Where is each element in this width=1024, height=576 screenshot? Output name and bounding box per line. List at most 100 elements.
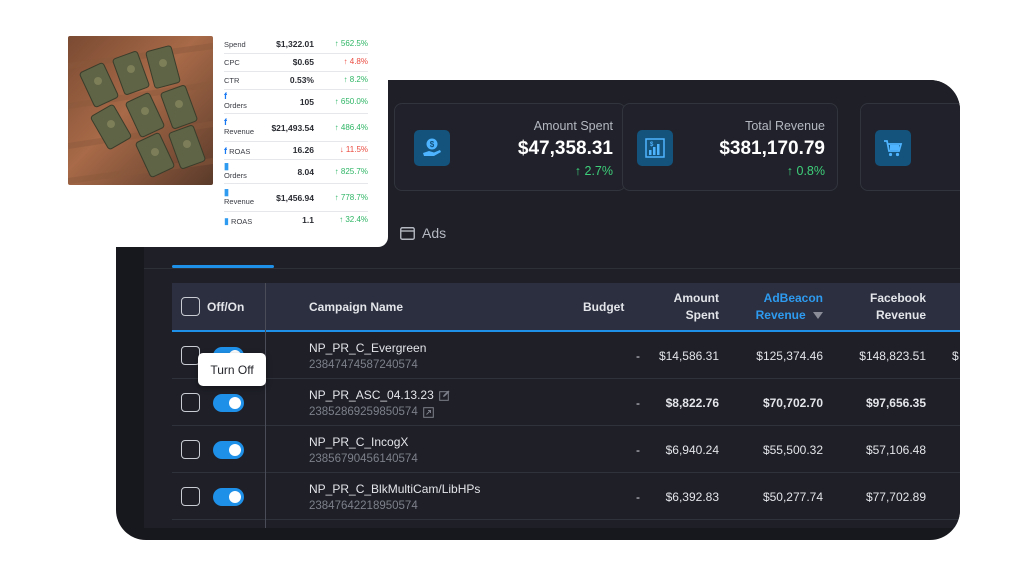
campaign-name-text: NP_PR_C_IncogX (309, 435, 409, 449)
tab-ads-label: Ads (422, 225, 447, 241)
adbeacon-revenue-cell: $125,374.46 (756, 349, 823, 363)
metric-label-group: ▮ Revenue (224, 187, 255, 207)
metric-label: CPC (224, 58, 240, 67)
select-all-checkbox[interactable] (181, 297, 200, 316)
adbeacon-icon: ▮ (224, 216, 229, 226)
toggle-knob (229, 491, 241, 503)
adbeacon-revenue-cell: $50,277.74 (762, 490, 823, 504)
header-facebook-revenue[interactable]: Facebook Revenue (870, 290, 926, 324)
metric-label: Spend (224, 40, 246, 49)
row-checkbox[interactable] (181, 440, 200, 459)
campaign-toggle[interactable] (213, 394, 244, 412)
facebook-revenue-cell: $148,823.51 (859, 349, 926, 363)
metric-value: $21,493.54 (271, 123, 314, 133)
overflow-cell: $ (952, 349, 959, 363)
campaign-toggle[interactable] (213, 488, 244, 506)
kpi-label: Amount Spent (533, 119, 613, 133)
ads-window-icon (400, 226, 415, 240)
money-hand-icon: $ (414, 130, 450, 166)
budget-cell: - (636, 396, 640, 410)
header-facebook-revenue-line1: Facebook (869, 291, 926, 305)
metric-row: f Orders 105 ↑ 650.0% (224, 90, 368, 114)
facebook-revenue-cell: $57,106.48 (865, 443, 926, 457)
facebook-icon: f (224, 117, 227, 127)
revenue-bar-chart-icon: $ (637, 130, 673, 166)
budget-cell: - (636, 490, 640, 504)
campaign-id-text: 23847642218950574 (309, 500, 418, 512)
edit-icon[interactable] (438, 390, 450, 401)
kpi-value: $47,358.31 (517, 138, 613, 159)
adbeacon-revenue-cell: $70,702.70 (762, 396, 823, 410)
row-checkbox[interactable] (181, 393, 200, 412)
campaign-id: 23856790456140574 (309, 453, 418, 465)
metric-label: Orders (224, 171, 247, 180)
metric-value: $1,456.94 (276, 193, 314, 203)
spent-cell: $14,586.31 (658, 349, 719, 363)
metric-label-group: f Orders (224, 92, 247, 111)
metric-label: Revenue (224, 197, 255, 206)
facebook-icon: f (224, 146, 227, 156)
header-adbeacon-revenue[interactable]: AdBeacon Revenue (756, 290, 823, 324)
metric-row: ▮ ROAS 1.1 ↑ 32.4% (224, 212, 368, 230)
adbeacon-icon: ▮ (224, 161, 229, 171)
header-off-on: Off/On (207, 300, 245, 314)
toggle-column-separator (265, 283, 266, 528)
budget-cell: - (636, 443, 640, 457)
campaign-name-text: NP_PR_C_Evergreen (309, 341, 427, 355)
campaign-name[interactable]: NP_PR_C_BlkMultiCam/LibHPs (309, 482, 480, 496)
metric-change: ↑ 8.2% (343, 75, 368, 84)
campaign-name[interactable]: NP_PR_ASC_04.13.23 (309, 388, 450, 402)
metric-row: f Revenue $21,493.54 ↑ 486.4% (224, 114, 368, 142)
metric-value: $0.65 (292, 57, 314, 67)
table-row[interactable]: NP_PR_C_Evergreen 23847474587240574 - $1… (172, 332, 960, 379)
kpi-orders[interactable] (860, 103, 960, 191)
header-amount-spent-line2: Spent (685, 308, 719, 322)
active-tab-indicator (172, 265, 274, 268)
campaign-toggle[interactable] (213, 441, 244, 459)
metric-change: ↑ 825.7% (334, 167, 368, 176)
table-row[interactable]: NP_PR_C_IncogX 23856790456140574 - $6,94… (172, 426, 960, 473)
product-photo (68, 36, 213, 185)
metric-change: ↑ 486.4% (334, 123, 368, 132)
table-row[interactable]: NP_PR_ASC_04.13.23 23852869259850574 - $… (172, 379, 960, 426)
kpi-total-revenue[interactable]: $ Total Revenue $381,170.79 ↑ 0.8% (622, 103, 838, 191)
metric-change: ↑ 778.7% (334, 193, 368, 202)
metric-value: 8.04 (297, 167, 314, 177)
turn-off-tooltip: Turn Off (198, 353, 266, 386)
metric-label: ROAS (231, 217, 253, 226)
campaign-id: 23847474587240574 (309, 359, 418, 371)
tabs-divider (144, 268, 960, 269)
toggle-knob (229, 397, 241, 409)
marketing-screenshot: $ Amount Spent $47,358.31 ↑ 2.7% $ Total… (0, 0, 1024, 576)
metric-label: CTR (224, 76, 240, 85)
row-checkbox[interactable] (181, 487, 200, 506)
table-row[interactable]: NP_PR_C_BlkMultiCam/LibHPs 2384764221895… (172, 473, 960, 520)
external-link-icon[interactable] (422, 406, 434, 418)
campaign-name-text: NP_PR_C_BlkMultiCam/LibHPs (309, 482, 481, 496)
kpi-change: ↑ 0.8% (786, 164, 825, 178)
header-campaign-name[interactable]: Campaign Name (309, 300, 403, 314)
metric-row: Spend $1,322.01 ↑ 562.5% (224, 36, 368, 54)
metric-label-group: ▮ Orders (224, 161, 247, 181)
campaign-name[interactable]: NP_PR_C_IncogX (309, 435, 408, 449)
header-budget[interactable]: Budget (583, 300, 624, 314)
campaign-name[interactable]: NP_PR_C_Evergreen (309, 341, 426, 355)
metric-label-group: f ROAS (224, 146, 250, 156)
kpi-change: ↑ 2.7% (574, 164, 613, 178)
header-amount-spent[interactable]: Amount Spent (674, 290, 719, 324)
metric-row: ▮ Revenue $1,456.94 ↑ 778.7% (224, 184, 368, 212)
cart-icon (875, 130, 911, 166)
metric-change: ↓ 11.5% (339, 145, 368, 154)
metric-label-group: ▮ ROAS (224, 216, 252, 227)
header-adbeacon-revenue-text: Revenue (755, 308, 806, 322)
sort-desc-icon (813, 312, 823, 319)
metric-label: ROAS (229, 147, 251, 156)
facebook-revenue-cell: $97,656.35 (865, 396, 926, 410)
tab-ads[interactable]: Ads (400, 225, 446, 241)
metric-row: CTR 0.53% ↑ 8.2% (224, 72, 368, 90)
metric-row: ▮ Orders 8.04 ↑ 825.7% (224, 160, 368, 184)
kpi-amount-spent[interactable]: $ Amount Spent $47,358.31 ↑ 2.7% (394, 103, 626, 191)
header-adbeacon-revenue-line2: Revenue (756, 307, 823, 324)
metric-value: 105 (299, 97, 314, 107)
adbeacon-icon: ▮ (224, 187, 229, 197)
